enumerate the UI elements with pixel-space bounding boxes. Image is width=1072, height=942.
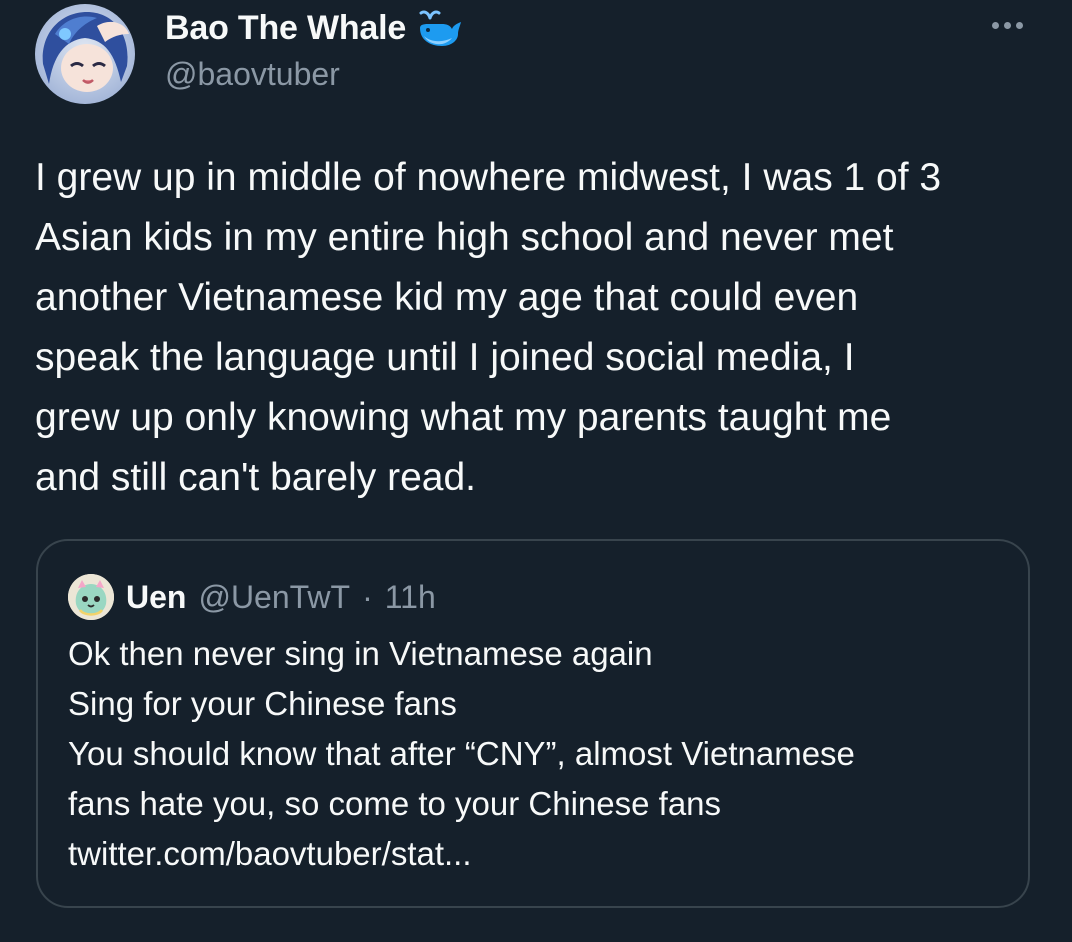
quoted-tweet-time[interactable]: 11h [385,579,436,616]
quoted-tweet-text: Ok then never sing in Vietnamese again S… [68,635,855,872]
ellipsis-icon [991,21,999,29]
quoted-tweet-card[interactable]: Uen @UenTwT · 11h Ok then never sing in … [36,539,1030,908]
ellipsis-icon [1003,21,1011,29]
avatar-image [35,4,135,104]
quoted-author-avatar[interactable] [68,574,114,620]
tweet-text: I grew up in middle of nowhere midwest, … [35,156,942,499]
quoted-author-display-name[interactable]: Uen [126,579,186,616]
quoted-tweet-header: Uen @UenTwT · 11h [68,573,436,621]
quoted-meta-separator: · [362,578,373,615]
tweet: Bao The Whale @baovtuber I grew up in mi… [0,0,1072,942]
avatar-image [68,574,114,620]
author-handle[interactable]: @baovtuber [165,56,340,93]
whale-icon [416,8,462,48]
more-options-button[interactable] [982,10,1032,40]
author-avatar[interactable] [35,4,135,104]
author-display-name[interactable]: Bao The Whale [165,9,406,48]
author-name-row: Bao The Whale [165,6,462,50]
quoted-author-handle[interactable]: @UenTwT [198,579,350,616]
ellipsis-icon [1015,21,1023,29]
